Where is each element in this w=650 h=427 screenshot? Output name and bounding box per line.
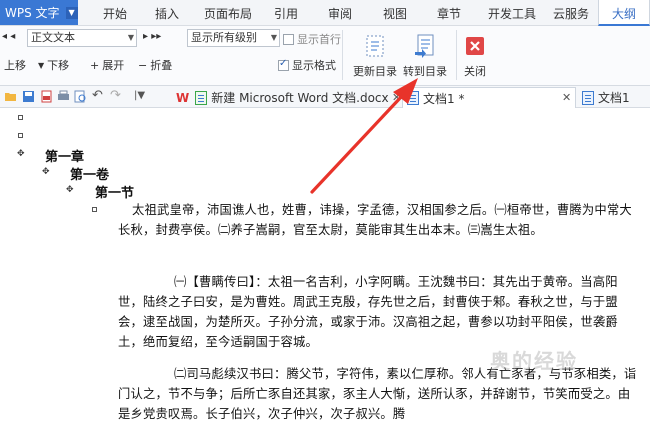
- goto-toc-label: 转到目录: [403, 65, 447, 78]
- show-first-line-label: 显示首行: [297, 33, 341, 46]
- level-combo-value: 显示所有级别: [191, 31, 257, 44]
- style-combo-value: 正文文本: [31, 31, 75, 44]
- outline-expand-icon[interactable]: ✥: [17, 150, 25, 159]
- outline-body-paragraph[interactable]: ㈠【曹瞒传曰】：太祖一名吉利，小字阿瞒。王沈魏书曰：其先出于黄帝。当高阳世，陆终…: [118, 272, 638, 352]
- expand-button[interactable]: + 展开: [90, 57, 124, 73]
- tab-home[interactable]: 开始: [96, 0, 134, 26]
- print-preview-icon[interactable]: [74, 90, 87, 103]
- outline-heading-1[interactable]: 第一章: [45, 146, 84, 165]
- doc-tab-new-word[interactable]: W 新建 Microsoft Word 文档.docx: [172, 87, 400, 108]
- outline-expand-icon[interactable]: ✥: [66, 186, 74, 195]
- close-label: 关闭: [464, 65, 486, 78]
- tab-chapter[interactable]: 章节: [430, 0, 468, 26]
- quick-access-toolbar: ↶ ↷ |▼ W 新建 Microsoft Word 文档.docx ✕ 文档1…: [0, 86, 650, 108]
- outline-bullet-icon[interactable]: [18, 133, 23, 138]
- tab-developer[interactable]: 开发工具: [484, 0, 540, 26]
- collapse-button[interactable]: − 折叠: [138, 57, 172, 73]
- show-first-line-checkbox[interactable]: 显示首行: [283, 31, 341, 47]
- collapse-label: 折叠: [150, 59, 173, 72]
- tab-outline[interactable]: 大纲: [598, 0, 650, 26]
- style-combo[interactable]: 正文文本 ▼: [27, 29, 137, 47]
- update-toc-button[interactable]: 更新目录: [348, 30, 402, 82]
- goto-toc-button[interactable]: 转到目录: [398, 30, 452, 82]
- show-format-label: 显示格式: [292, 59, 336, 72]
- redo-icon[interactable]: ↷: [110, 88, 121, 103]
- undo-icon[interactable]: ↶: [92, 88, 103, 103]
- close-icon[interactable]: ✕: [562, 91, 571, 104]
- update-toc-label: 更新目录: [353, 65, 397, 78]
- checkbox-icon: [278, 58, 289, 71]
- document-icon: [195, 90, 208, 105]
- outline-bullet-icon[interactable]: [92, 207, 97, 212]
- open-folder-icon[interactable]: [4, 90, 17, 103]
- minus-icon: −: [138, 58, 148, 72]
- ribbon-divider: [342, 30, 343, 80]
- move-up-button[interactable]: 上移: [4, 57, 26, 73]
- customize-toolbar-icon[interactable]: |▼: [134, 90, 145, 101]
- doc-tab-active[interactable]: 文档1 *: [402, 87, 576, 108]
- outline-expand-icon[interactable]: ✥: [42, 168, 50, 177]
- outline-heading-2[interactable]: 第一卷: [70, 164, 109, 183]
- menu-tab-bar: WPS 文字 ▼ 开始 插入 页面布局 引用 审阅 视图 章节 开发工具 云服务…: [0, 0, 650, 26]
- triangle-down-icon: ▼: [38, 60, 45, 70]
- doc-tab-label: 文档1: [598, 91, 630, 105]
- doc-tab-other[interactable]: 文档1: [578, 87, 650, 108]
- tab-view[interactable]: 视图: [376, 0, 414, 26]
- level-combo[interactable]: 显示所有级别 ▼: [187, 29, 280, 47]
- chevron-down-icon: ▼: [65, 6, 78, 19]
- chevron-down-icon: ▼: [127, 33, 134, 42]
- watermark: 奥的经验: [490, 349, 578, 373]
- chevron-down-icon: ▼: [270, 33, 277, 42]
- promote-arrows-icon[interactable]: ◂ ◂: [2, 31, 15, 42]
- wps-logo-icon: W: [176, 90, 190, 105]
- update-toc-icon: [362, 33, 388, 59]
- goto-toc-icon: [412, 33, 438, 59]
- move-down-label: 下移: [47, 59, 70, 72]
- save-icon[interactable]: [22, 90, 35, 103]
- close-outline-button[interactable]: 关闭: [448, 30, 502, 82]
- document-canvas[interactable]: ✥ 第一章 ✥ 第一卷 ✥ 第一节 太祖武皇帝，沛国谯人也，姓曹，讳操，字孟德，…: [0, 109, 650, 427]
- export-pdf-icon[interactable]: [40, 90, 53, 103]
- tab-references[interactable]: 引用: [267, 0, 305, 26]
- show-format-checkbox[interactable]: 显示格式: [278, 57, 336, 73]
- close-icon: [462, 33, 488, 59]
- outline-body-paragraph[interactable]: 太祖武皇帝，沛国谯人也，姓曹，讳操，字孟德，汉相国参之后。㈠桓帝世，曹腾为中常大…: [118, 200, 638, 240]
- document-icon: [407, 91, 419, 105]
- doc-tab-label: 文档1 *: [423, 91, 465, 106]
- outline-ribbon: ◂ ◂ 正文文本 ▼ ▸ ▸▸ 显示所有级别 ▼ 显示首行 上移 ▼ 下移 + …: [0, 26, 650, 86]
- print-icon[interactable]: [57, 90, 70, 103]
- demote-arrows-icon[interactable]: ▸ ▸▸: [143, 31, 161, 42]
- wps-app-menu-button[interactable]: WPS 文字 ▼: [0, 0, 78, 25]
- tab-insert[interactable]: 插入: [148, 0, 186, 26]
- move-down-button[interactable]: ▼ 下移: [38, 57, 69, 73]
- tab-cloud[interactable]: 云服务: [548, 0, 594, 26]
- close-icon[interactable]: ✕: [392, 91, 401, 104]
- expand-label: 展开: [102, 59, 125, 72]
- tab-review[interactable]: 审阅: [321, 0, 359, 26]
- checkbox-icon: [283, 33, 294, 45]
- document-icon: [582, 90, 594, 105]
- outline-heading-3[interactable]: 第一节: [95, 182, 134, 201]
- plus-icon: +: [90, 58, 100, 72]
- outline-bullet-icon[interactable]: [18, 115, 23, 120]
- tab-page-layout[interactable]: 页面布局: [198, 0, 258, 26]
- doc-tab-label: 新建 Microsoft Word 文档.docx: [211, 91, 389, 105]
- move-up-label: 上移: [4, 59, 26, 72]
- app-name: WPS 文字: [5, 6, 60, 20]
